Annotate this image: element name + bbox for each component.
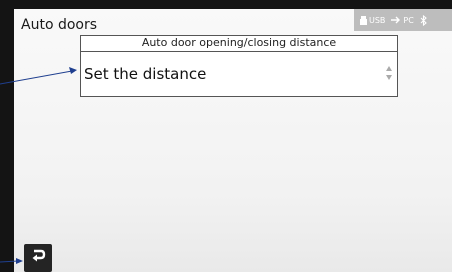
up-down-stepper-icon[interactable]	[385, 65, 393, 81]
usb-icon	[360, 15, 367, 25]
pc-status: PC	[391, 15, 414, 25]
usb-label: USB	[369, 15, 386, 25]
setting-header: Auto door opening/closing distance	[81, 36, 397, 52]
pc-label: PC	[403, 15, 414, 25]
page-title: Auto doors	[21, 17, 98, 33]
usb-status: USB	[360, 15, 386, 25]
bluetooth-icon	[420, 14, 427, 26]
status-bar: USB PC	[354, 9, 452, 31]
distance-setting-panel[interactable]: Auto door opening/closing distance Set t…	[80, 35, 398, 97]
pc-link-icon	[391, 16, 401, 24]
back-button[interactable]	[24, 244, 52, 272]
device-screen: Auto doors USB PC Auto door opening/clos…	[14, 9, 452, 272]
setting-value[interactable]: Set the distance	[84, 65, 206, 83]
back-return-icon	[30, 248, 46, 268]
